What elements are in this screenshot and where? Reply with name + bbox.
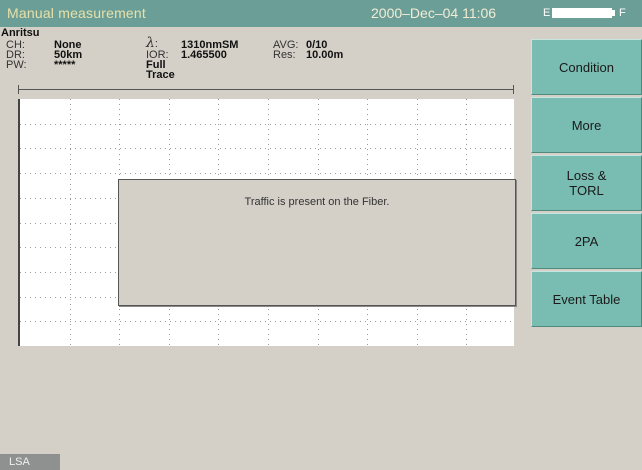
battery-empty-label: E: [543, 7, 551, 19]
battery-terminal-icon: [612, 10, 615, 16]
trace-value: Full Trace: [146, 59, 175, 81]
res-value: 10.00m: [306, 49, 344, 61]
lambda-icon: λ: [146, 35, 155, 51]
datetime-display: 2000–Dec–04 11:06: [371, 5, 497, 21]
pw-value: *****: [54, 59, 76, 71]
status-indicator: LSA: [0, 454, 60, 470]
info-wavelength: λ: 1310nmSM: [146, 35, 239, 51]
window-title: Manual measurement: [7, 5, 146, 21]
distance-ruler: [18, 85, 514, 94]
traffic-warning-dialog: Traffic is present on the Fiber.: [118, 179, 516, 306]
title-bar: Manual measurement 2000–Dec–04 11:06: [0, 0, 532, 27]
brand-label: Anritsu: [1, 27, 40, 39]
battery-fill: [553, 9, 611, 17]
ruler-start-tick: [18, 85, 19, 94]
battery-indicator: E F: [532, 0, 642, 27]
condition-button[interactable]: Condition: [531, 39, 642, 95]
ior-value: 1.465500: [181, 49, 227, 61]
info-pw: PW: *****: [6, 59, 76, 71]
ruler-end-tick: [513, 85, 514, 94]
event-table-button[interactable]: Event Table: [531, 271, 642, 327]
battery-gauge: [552, 8, 612, 18]
twopa-button[interactable]: 2PA: [531, 213, 642, 269]
info-res: Res: 10.00m: [273, 49, 344, 61]
loss-torl-button[interactable]: Loss & TORL: [531, 155, 642, 211]
dialog-message: Traffic is present on the Fiber.: [244, 196, 390, 208]
more-button[interactable]: More: [531, 97, 642, 153]
battery-full-label: F: [619, 7, 626, 19]
